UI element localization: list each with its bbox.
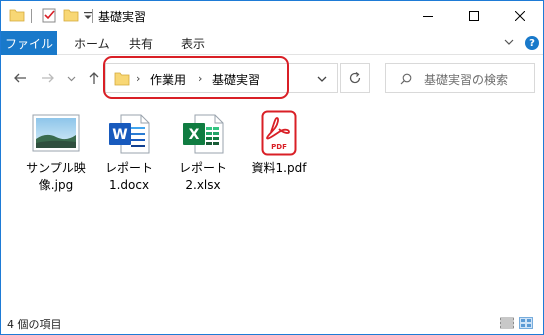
- file-name-line: レポート: [104, 161, 153, 175]
- status-item-count: 4 個の項目: [7, 318, 62, 331]
- tab-view[interactable]: 表示: [181, 31, 205, 55]
- breadcrumb-item[interactable]: 作業用: [150, 71, 186, 88]
- large-icons-view-icon[interactable]: [519, 317, 533, 329]
- close-button[interactable]: [497, 1, 543, 31]
- file-item[interactable]: W レポート 1.docx: [91, 109, 167, 194]
- file-item[interactable]: サンプル映 像.jpg: [18, 109, 94, 194]
- tab-home[interactable]: ホーム: [74, 31, 110, 55]
- file-name: レポート 1.docx: [91, 160, 167, 194]
- breadcrumb-chevron-icon[interactable]: ›: [136, 72, 140, 85]
- file-name: 資料1.pdf: [241, 160, 317, 177]
- pdf-file-icon: PDF: [255, 109, 303, 157]
- recent-locations-chevron-icon[interactable]: [67, 74, 76, 83]
- folder-icon: [114, 72, 130, 86]
- expand-ribbon-chevron-icon[interactable]: [503, 36, 515, 48]
- search-box[interactable]: 基礎実習の検索: [385, 63, 535, 93]
- maximize-button[interactable]: [451, 1, 497, 31]
- title-bar: 基礎実習: [1, 1, 543, 31]
- file-name: レポート 2.xlsx: [165, 160, 241, 194]
- new-folder-icon[interactable]: [63, 7, 79, 23]
- details-view-icon[interactable]: [500, 317, 514, 329]
- maximize-icon: [469, 11, 479, 21]
- file-item[interactable]: PDF 資料1.pdf: [241, 109, 317, 177]
- refresh-icon: [349, 72, 361, 84]
- svg-text:X: X: [189, 127, 200, 143]
- svg-text:PDF: PDF: [271, 143, 287, 151]
- address-bar[interactable]: › 作業用 › 基礎実習: [105, 63, 338, 93]
- file-name-line: サンプル映: [26, 161, 86, 175]
- minimize-button[interactable]: [405, 1, 451, 31]
- file-name: サンプル映 像.jpg: [18, 160, 94, 194]
- refresh-button[interactable]: [340, 63, 370, 93]
- window-title: 基礎実習: [98, 10, 147, 24]
- ribbon-tabs: ファイル ホーム 共有 表示 ?: [1, 31, 543, 55]
- image-file-icon: [32, 109, 80, 157]
- file-name-line: 1.docx: [108, 178, 150, 192]
- tab-share[interactable]: 共有: [129, 31, 153, 55]
- tab-file[interactable]: ファイル: [1, 31, 57, 55]
- svg-text:W: W: [112, 127, 127, 143]
- address-dropdown-chevron-icon[interactable]: [316, 73, 328, 85]
- file-item[interactable]: X レポート 2.xlsx: [165, 109, 241, 194]
- breadcrumb-chevron-icon[interactable]: ›: [198, 72, 202, 85]
- title-separator: [92, 9, 93, 23]
- search-icon: [400, 73, 412, 85]
- back-arrow-icon[interactable]: [13, 71, 27, 85]
- help-button[interactable]: ?: [525, 36, 539, 50]
- breadcrumb-item[interactable]: 基礎実習: [212, 71, 260, 88]
- properties-icon[interactable]: [41, 7, 57, 23]
- file-name-line: 資料1.pdf: [251, 161, 307, 175]
- title-separator: [31, 9, 32, 23]
- forward-arrow-icon[interactable]: [41, 71, 55, 85]
- explorer-window: 基礎実習 ファイル ホーム 共有 表示 ? › 作業用 › 基礎実習 基礎実習の…: [0, 0, 544, 335]
- word-file-icon: W: [105, 109, 153, 157]
- minimize-icon: [423, 16, 433, 17]
- folder-icon: [9, 9, 25, 22]
- file-name-line: 2.xlsx: [185, 178, 221, 192]
- search-placeholder: 基礎実習の検索: [424, 73, 509, 87]
- close-icon: [515, 11, 525, 21]
- up-arrow-icon[interactable]: [87, 71, 101, 85]
- file-name-line: レポート: [178, 161, 227, 175]
- file-name-line: 像.jpg: [38, 178, 74, 192]
- excel-file-icon: X: [179, 109, 227, 157]
